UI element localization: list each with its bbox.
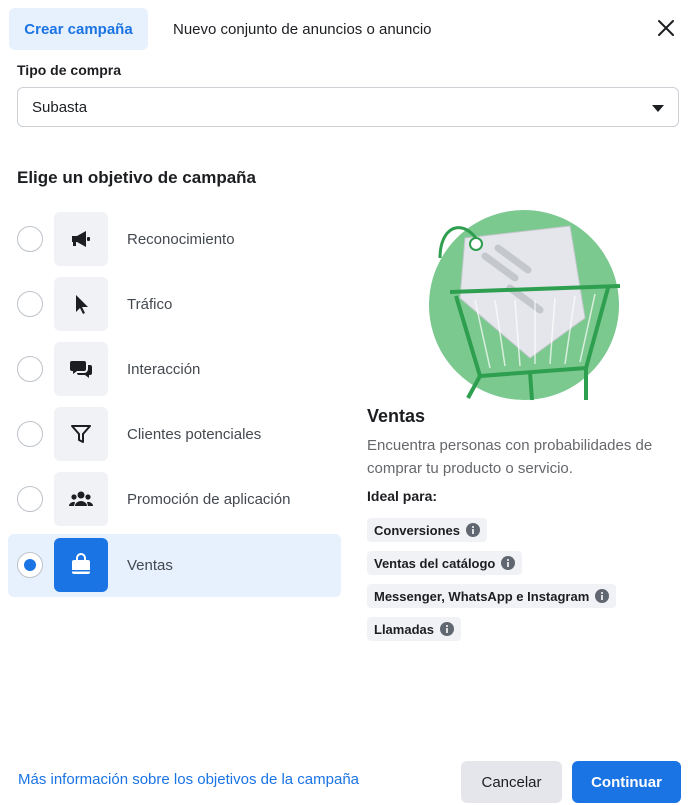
radio-button[interactable] bbox=[17, 291, 43, 317]
tab-new-adset-or-ad[interactable]: Nuevo conjunto de anuncios o anuncio bbox=[160, 8, 445, 50]
people-icon bbox=[68, 491, 94, 506]
objective-label: Interacción bbox=[127, 361, 201, 378]
radio-button[interactable] bbox=[17, 356, 43, 382]
ideal-chip-messaging: Messenger, WhatsApp e Instagram bbox=[367, 584, 617, 608]
buy-type-select[interactable]: Subasta bbox=[17, 87, 679, 127]
chat-bubbles-icon bbox=[70, 361, 92, 378]
objective-option-awareness[interactable]: Reconocimiento bbox=[8, 208, 341, 271]
buy-type-value: Subasta bbox=[32, 98, 88, 116]
objective-label: Tráfico bbox=[127, 296, 173, 313]
objective-icon-tile bbox=[54, 342, 108, 396]
radio-button[interactable] bbox=[17, 421, 43, 447]
caret-down-icon bbox=[652, 105, 664, 112]
chip-label: Ventas del catálogo bbox=[374, 555, 496, 571]
objective-option-traffic[interactable]: Tráfico bbox=[8, 273, 341, 336]
info-icon[interactable] bbox=[439, 622, 454, 636]
ideal-chip-calls: Llamadas bbox=[367, 617, 461, 641]
chip-label: Messenger, WhatsApp e Instagram bbox=[374, 588, 590, 604]
section-title: Elige un objetivo de campaña bbox=[17, 168, 256, 187]
objective-option-sales[interactable]: Ventas bbox=[8, 534, 341, 597]
objective-icon-tile bbox=[54, 538, 108, 592]
objective-label: Ventas bbox=[127, 557, 173, 574]
sales-illustration bbox=[429, 210, 621, 401]
objective-icon-tile bbox=[54, 277, 108, 331]
info-icon[interactable] bbox=[465, 523, 480, 537]
objective-label: Promoción de aplicación bbox=[127, 491, 291, 508]
objective-icon-tile bbox=[54, 472, 108, 526]
close-icon bbox=[658, 20, 674, 36]
objective-detail-description: Encuentra personas con probabilidades de… bbox=[367, 437, 653, 477]
info-icon[interactable] bbox=[595, 589, 610, 603]
info-icon[interactable] bbox=[501, 556, 516, 570]
objective-label: Reconocimiento bbox=[127, 231, 235, 248]
tab-create-campaign[interactable]: Crear campaña bbox=[9, 8, 148, 50]
radio-button[interactable] bbox=[17, 226, 43, 252]
objective-icon-tile bbox=[54, 407, 108, 461]
buy-type-label: Tipo de compra bbox=[17, 62, 121, 78]
objective-icon-tile bbox=[54, 212, 108, 266]
objective-option-app-promotion[interactable]: Promoción de aplicación bbox=[8, 468, 341, 531]
radio-button-selected[interactable] bbox=[17, 552, 43, 578]
shopping-bag-icon bbox=[72, 553, 90, 574]
continue-button[interactable]: Continuar bbox=[572, 761, 681, 803]
objective-option-engagement[interactable]: Interacción bbox=[8, 338, 341, 401]
objective-detail-title: Ventas bbox=[367, 406, 426, 426]
cancel-button[interactable]: Cancelar bbox=[461, 761, 562, 803]
funnel-icon bbox=[71, 425, 91, 443]
chip-label: Conversiones bbox=[374, 522, 460, 538]
chip-label: Llamadas bbox=[374, 621, 434, 637]
close-button[interactable] bbox=[650, 12, 682, 44]
ideal-chip-catalog-sales: Ventas del catálogo bbox=[367, 551, 523, 575]
megaphone-icon bbox=[72, 231, 90, 247]
radio-button[interactable] bbox=[17, 486, 43, 512]
objective-option-leads[interactable]: Clientes potenciales bbox=[8, 403, 341, 466]
ideal-chip-conversions: Conversiones bbox=[367, 518, 487, 542]
learn-more-link[interactable]: Más información sobre los objetivos de l… bbox=[18, 771, 359, 788]
objective-label: Clientes potenciales bbox=[127, 426, 262, 443]
cursor-icon bbox=[76, 295, 88, 314]
ideal-for-label: Ideal para: bbox=[367, 488, 438, 504]
